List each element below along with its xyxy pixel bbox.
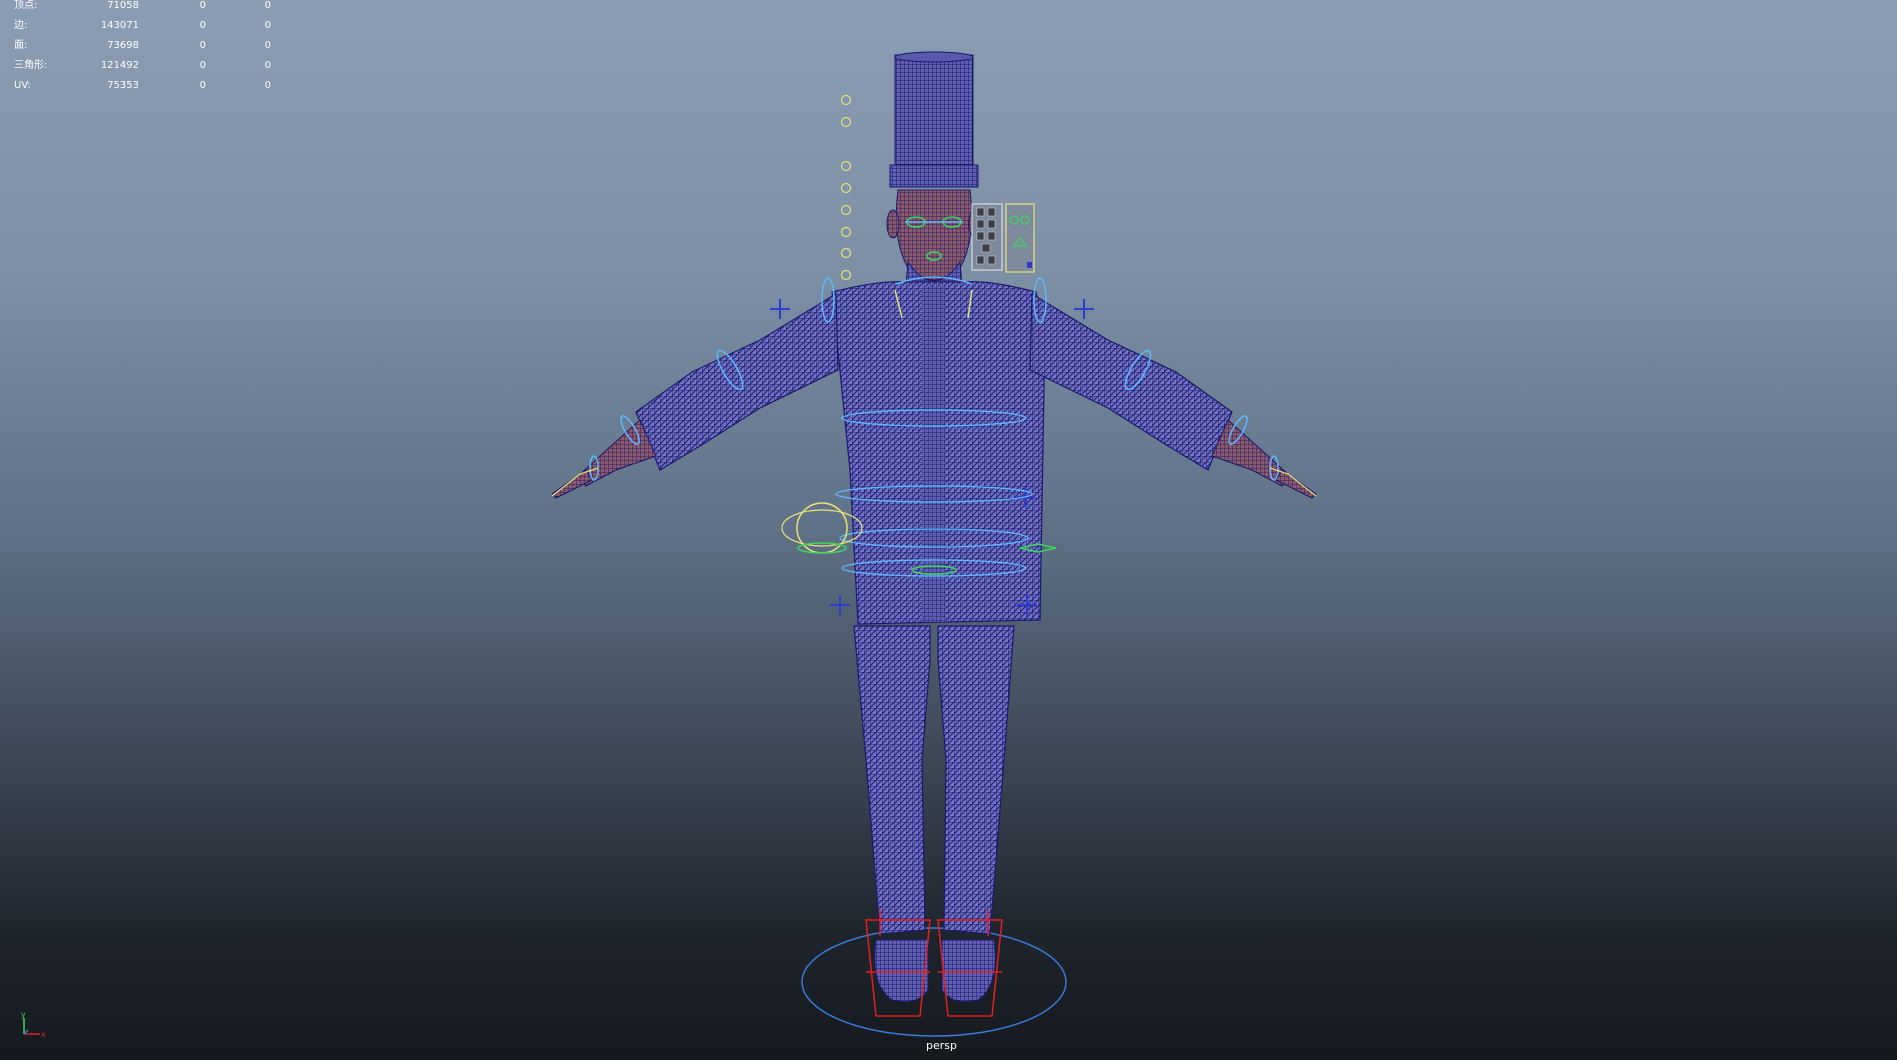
face-control-circles[interactable] bbox=[840, 94, 852, 281]
left-shoe[interactable] bbox=[874, 939, 929, 1003]
left-sleeve[interactable] bbox=[635, 292, 839, 471]
character-wireframe-mesh[interactable] bbox=[551, 51, 1317, 1037]
axis-gizmo-icon: y x bbox=[21, 1010, 46, 1038]
right-shoe[interactable] bbox=[941, 939, 996, 1003]
3d-viewport[interactable] bbox=[0, 0, 1897, 1060]
axis-y-label: y bbox=[21, 1010, 26, 1019]
axis-x-label: x bbox=[41, 1030, 46, 1038]
camera-name-label: persp bbox=[926, 1039, 957, 1052]
right-leg[interactable] bbox=[937, 625, 1015, 935]
chef-hat[interactable] bbox=[894, 54, 974, 176]
root-control-circle[interactable] bbox=[801, 927, 1067, 1037]
facial-control-panel[interactable] bbox=[971, 203, 1035, 273]
left-leg[interactable] bbox=[853, 625, 931, 935]
right-sleeve[interactable] bbox=[1029, 292, 1233, 471]
